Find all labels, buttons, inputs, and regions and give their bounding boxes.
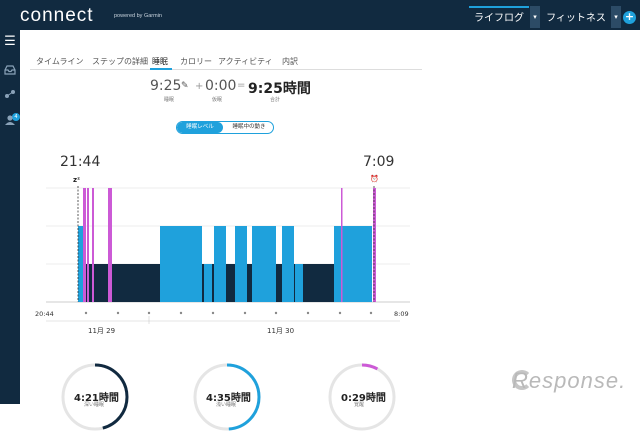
nav-lifelog[interactable]: ライフログ: [469, 6, 529, 28]
menu-icon[interactable]: ☰: [4, 35, 16, 48]
deep-sleep-label: 深い睡眠: [84, 402, 105, 408]
total-value: 9:25時間: [248, 81, 311, 97]
sleep-levels-button[interactable]: 睡眠レベル: [177, 122, 223, 133]
axis-tick-dots: [84, 311, 373, 315]
fitness-dropdown-icon[interactable]: ▾: [611, 6, 621, 28]
connections-icon[interactable]: [4, 88, 16, 100]
tab-timeline[interactable]: タイムライン: [36, 56, 83, 67]
alarm-icon: ⏰: [370, 175, 379, 183]
powered-by-text: powered by Garmin: [114, 13, 162, 19]
plus-operator: +: [195, 81, 204, 92]
sleep-levels-chart: [46, 186, 410, 324]
equals-operator: =: [237, 80, 246, 91]
sleep-end-time: 7:09: [363, 154, 395, 170]
chart-mode-toggle: 睡眠レベル 睡眠中の動き: [176, 121, 274, 134]
top-bar: connect powered by Garmin ライフログ ▾ フィットネス…: [0, 0, 640, 30]
sleep-start-icon: zᶻ: [73, 176, 80, 184]
profile-icon[interactable]: [4, 114, 16, 126]
sidebar: ☰ 4: [0, 30, 20, 404]
active-tab-indicator: [150, 68, 172, 70]
date-label-2: 11月 30: [267, 327, 295, 335]
edit-icon[interactable]: ✎: [181, 81, 189, 91]
total-caption: 合計: [270, 97, 281, 103]
sleep-start-time: 21:44: [60, 154, 101, 170]
sleep-movement-button[interactable]: 睡眠中の動き: [225, 122, 273, 133]
tab-bar: タイムライン ステップの詳細 睡眠 カロリー アクティビティ 内訳: [30, 52, 422, 70]
add-icon[interactable]: +: [623, 11, 636, 24]
app-logo[interactable]: connect: [20, 5, 94, 27]
lifelog-dropdown-icon[interactable]: ▾: [530, 6, 540, 28]
x-axis-start: 20:44: [35, 310, 54, 318]
tab-calories[interactable]: カロリー: [180, 56, 212, 67]
nap-value: 0:00: [205, 78, 237, 94]
tab-breakdown[interactable]: 内訳: [282, 56, 298, 67]
tab-sleep[interactable]: 睡眠: [152, 56, 168, 67]
inbox-icon[interactable]: [4, 64, 16, 76]
sleep-caption: 睡眠: [164, 97, 175, 103]
nav-fitness[interactable]: フィットネス: [542, 6, 610, 28]
tab-activity[interactable]: アクティビティ: [218, 56, 273, 67]
sleep-value: 9:25: [150, 78, 182, 94]
nap-caption: 仮眠: [212, 97, 223, 103]
tab-step-details[interactable]: ステップの詳細: [92, 56, 148, 67]
awake-label: 覚醒: [354, 402, 365, 408]
watermark: Response.: [512, 368, 627, 393]
light-sleep-label: 浅い睡眠: [216, 402, 237, 408]
x-axis-end: 8:09: [394, 310, 409, 318]
date-label-1: 11月 29: [88, 327, 116, 335]
